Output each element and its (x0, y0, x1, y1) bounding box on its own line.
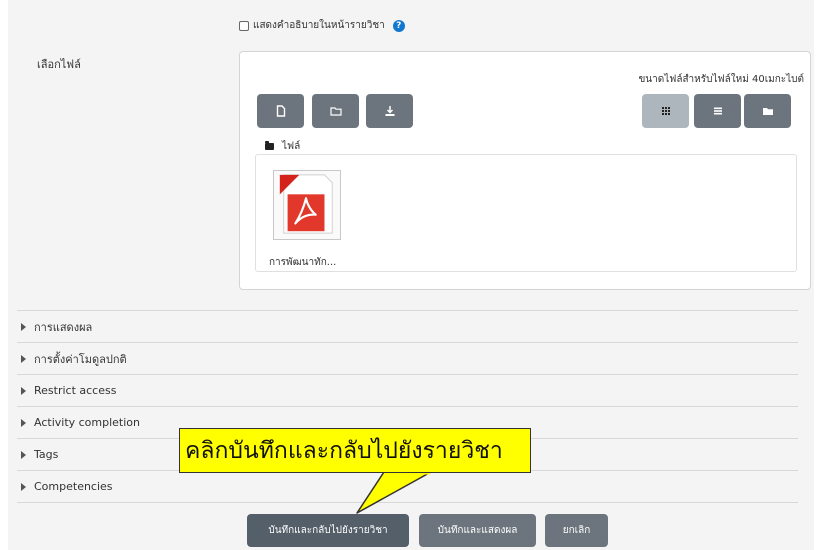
add-file-button[interactable] (257, 94, 304, 128)
show-description-checkbox[interactable] (239, 20, 249, 31)
callout-annotation: คลิกบันทึกและกลับไปยังรายวิชา (179, 428, 531, 473)
download-icon (385, 106, 394, 116)
save-and-display-button[interactable]: บันทึกและแสดงผล (419, 514, 536, 547)
callout-text: คลิกบันทึกและกลับไปยังรายวิชา (185, 437, 503, 464)
section-display[interactable]: การแสดงผล (17, 310, 798, 342)
caret-right-icon (21, 322, 26, 331)
path-label[interactable]: ไฟล์ (282, 139, 300, 154)
file-picker-label: เลือกไฟล์ (37, 58, 81, 71)
caret-right-icon (21, 482, 26, 491)
list-view-button[interactable] (694, 94, 741, 128)
section-common-module-settings[interactable]: การตั้งค่าโมดูลปกติ (17, 342, 798, 374)
section-label: การแสดงผล (34, 320, 93, 334)
file-manager: ขนาดไฟล์สำหรับไฟล์ใหม่ 40เมกะไบต์ ไฟล์ ก… (239, 51, 811, 290)
tree-view-button[interactable] (744, 94, 791, 128)
caret-right-icon (21, 418, 26, 427)
section-label: Tags (34, 448, 59, 461)
caret-right-icon (21, 386, 26, 395)
pdf-icon (279, 174, 333, 234)
breadcrumb: ไฟล์ (265, 139, 300, 154)
grid-view-icon (661, 107, 670, 115)
download-button[interactable] (366, 94, 413, 128)
show-description-row: แสดงคำอธิบายในหน้ารายวิชา ? (239, 18, 405, 33)
callout-pointer (356, 472, 432, 514)
folder-icon (265, 141, 274, 150)
create-folder-button[interactable] (312, 94, 359, 128)
grid-view-button[interactable] (642, 94, 689, 128)
caret-right-icon (21, 450, 26, 459)
cancel-button[interactable]: ยกเลิก (545, 514, 608, 547)
file-name[interactable]: การพัฒนาทัก... (269, 255, 336, 270)
list-view-icon (713, 107, 722, 115)
show-description-label: แสดงคำอธิบายในหน้ารายวิชา (253, 20, 385, 31)
section-label: การตั้งค่าโมดูลปกติ (34, 352, 127, 366)
save-and-return-button[interactable]: บันทึกและกลับไปยังรายวิชา (247, 514, 409, 547)
file-item[interactable] (273, 170, 341, 240)
help-icon[interactable]: ? (392, 19, 405, 32)
section-label: Activity completion (34, 416, 141, 429)
caret-right-icon (21, 354, 26, 363)
files-area: การพัฒนาทัก... (255, 154, 797, 272)
section-restrict-access[interactable]: Restrict access (17, 374, 798, 406)
create-folder-icon (329, 107, 342, 116)
section-label: Competencies (34, 480, 113, 493)
max-size-text: ขนาดไฟล์สำหรับไฟล์ใหม่ 40เมกะไบต์ (638, 74, 804, 85)
tree-view-icon (762, 108, 773, 115)
section-label: Restrict access (34, 384, 117, 397)
add-file-icon (276, 105, 285, 117)
